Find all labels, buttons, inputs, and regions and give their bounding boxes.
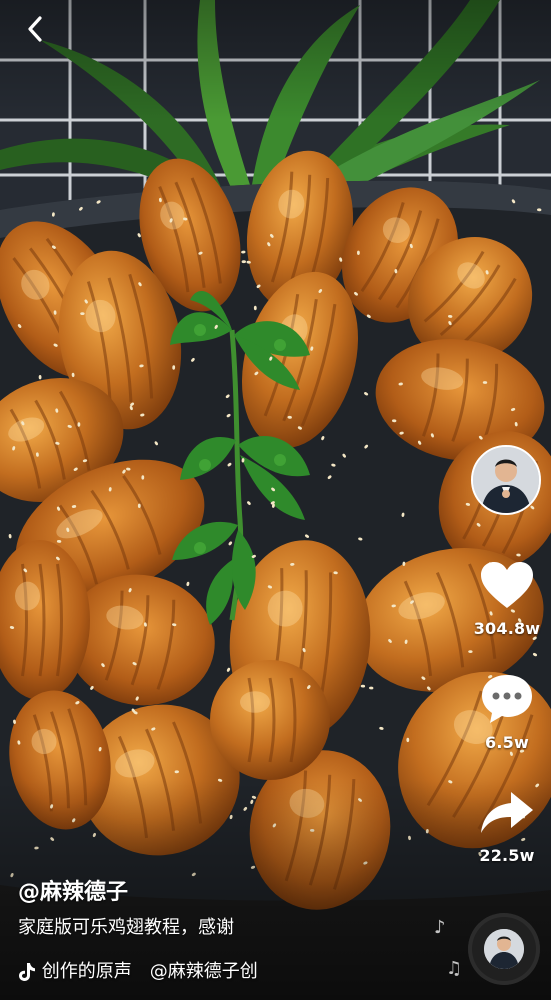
tiktok-note-icon bbox=[19, 963, 35, 981]
music-disc-icon bbox=[484, 929, 524, 969]
chevron-left-icon bbox=[28, 16, 42, 42]
comment-bubble-icon bbox=[482, 675, 532, 723]
like-button[interactable]: 304.8w bbox=[466, 561, 548, 638]
floating-note-icon: ♫ bbox=[446, 958, 463, 979]
comment-count: 6.5w bbox=[485, 733, 529, 752]
share-count: 22.5w bbox=[479, 846, 535, 865]
music-text: 创作的原声 @麻辣德子创 bbox=[41, 961, 258, 982]
video-player[interactable]: 304.8w 6.5w 22.5w @麻辣德子 家庭版可乐鸡翅教程，感谢 创作的… bbox=[0, 0, 551, 1000]
avatar-portrait bbox=[473, 447, 539, 513]
share-arrow-icon bbox=[481, 792, 533, 833]
floating-note-icon: ♪ bbox=[434, 917, 446, 938]
music-info[interactable]: 创作的原声 @麻辣德子创 bbox=[18, 958, 258, 986]
video-caption: @麻辣德子 家庭版可乐鸡翅教程，感谢 bbox=[18, 878, 458, 942]
video-description[interactable]: 家庭版可乐鸡翅教程，感谢 bbox=[18, 914, 458, 942]
share-button[interactable]: 22.5w bbox=[470, 790, 544, 865]
like-count: 304.8w bbox=[473, 619, 541, 638]
music-disc-button[interactable] bbox=[468, 913, 540, 985]
creator-avatar[interactable] bbox=[471, 445, 541, 515]
comment-button[interactable]: 6.5w bbox=[470, 673, 544, 752]
video-frame[interactable] bbox=[0, 0, 551, 1000]
heart-icon bbox=[481, 562, 533, 608]
back-button[interactable] bbox=[18, 12, 52, 46]
author-handle[interactable]: @麻辣德子 bbox=[18, 878, 458, 908]
